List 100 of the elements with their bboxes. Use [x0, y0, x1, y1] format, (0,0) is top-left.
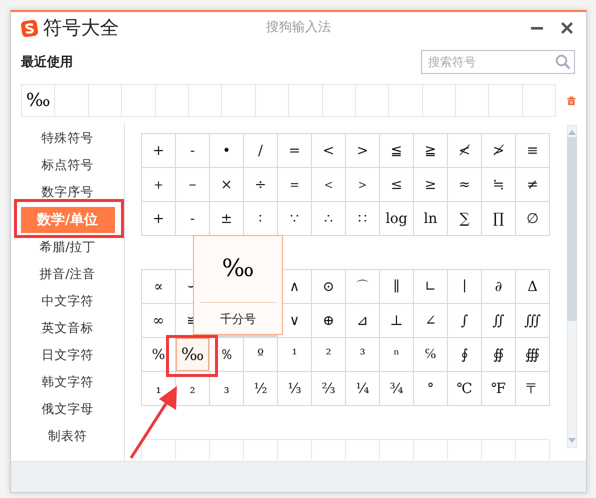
symbol-cell[interactable]: ＝	[278, 168, 311, 201]
symbol-cell[interactable]: ≠	[516, 168, 549, 201]
symbol-cell[interactable]: ∠	[414, 304, 447, 337]
symbol-cell[interactable]: -	[176, 134, 209, 167]
symbol-cell[interactable]: ∴	[312, 202, 345, 235]
symbol-cell[interactable]: ₃	[210, 372, 243, 405]
symbol-cell[interactable]: ⊕	[312, 304, 345, 337]
symbol-cell[interactable]: ∭	[516, 304, 549, 337]
symbol-cell[interactable]: ∰	[516, 338, 549, 371]
symbol-cell[interactable]: ln	[414, 202, 447, 235]
symbol-cell[interactable]: ∣	[448, 270, 481, 303]
symbol-cell[interactable]: ×	[210, 168, 243, 201]
symbol-cell[interactable]: ⊥	[380, 304, 413, 337]
symbol-cell[interactable]: ⊿	[346, 304, 379, 337]
symbol-cell[interactable]: ℅	[414, 338, 447, 371]
category-tab[interactable]: 标点符号	[20, 152, 114, 179]
category-tab[interactable]: 特殊符号	[20, 125, 114, 152]
symbol-cell[interactable]: ¾	[380, 372, 413, 405]
symbol-cell[interactable]: ≒	[482, 168, 515, 201]
recent-label: 最近使用	[21, 54, 73, 71]
scroll-thumb[interactable]	[567, 137, 577, 321]
symbol-cell[interactable]: ∞	[142, 304, 175, 337]
symbol-cell[interactable]: ⁿ	[380, 338, 413, 371]
symbol-cell[interactable]: ±	[210, 202, 243, 235]
symbol-cell[interactable]: 〒	[516, 372, 549, 405]
category-tab[interactable]: 英文音标	[20, 315, 114, 342]
symbol-cell[interactable]: ≈	[448, 168, 481, 201]
symbol-cell[interactable]: ÷	[244, 168, 277, 201]
category-tab[interactable]: 制表符	[20, 423, 114, 450]
category-tab[interactable]: 希腊/拉丁	[20, 234, 114, 261]
symbol-cell[interactable]: ≥	[414, 168, 447, 201]
symbol-cell[interactable]: ∥	[380, 270, 413, 303]
symbol-cell[interactable]: ≡	[516, 134, 549, 167]
category-tab[interactable]: 拼音/注音	[20, 261, 114, 288]
symbol-cell[interactable]: ∬	[482, 304, 515, 337]
symbol-cell[interactable]: ∯	[482, 338, 515, 371]
symbol-cell[interactable]: °	[414, 372, 447, 405]
symbol-cell[interactable]: ℉	[482, 372, 515, 405]
symbol-cell[interactable]: ≯	[482, 134, 515, 167]
symbol-cell[interactable]: ²	[312, 338, 345, 371]
symbol-cell[interactable]: +	[142, 134, 175, 167]
trash-icon[interactable]	[567, 94, 576, 108]
search-icon	[555, 54, 571, 70]
symbol-cell[interactable]: ∶	[244, 202, 277, 235]
symbol-cell[interactable]: +	[142, 202, 175, 235]
category-tab[interactable]: 数字序号	[20, 179, 114, 206]
scroll-down-icon[interactable]	[568, 438, 576, 444]
symbol-cell[interactable]: ＋	[142, 168, 175, 201]
category-tab[interactable]: 日文字符	[20, 342, 114, 369]
symbol-cell[interactable]: ∮	[448, 338, 481, 371]
symbol-cell[interactable]: %	[142, 338, 175, 371]
scroll-up-icon[interactable]	[568, 129, 576, 135]
symbol-cell[interactable]: ∝	[142, 270, 175, 303]
symbol-cell[interactable]: º	[244, 338, 277, 371]
symbol-cell[interactable]: ¼	[346, 372, 379, 405]
symbol-cell[interactable]: ∅	[516, 202, 549, 235]
symbol-cell[interactable]: ∟	[414, 270, 447, 303]
symbol-cell[interactable]: ¹	[278, 338, 311, 371]
symbol-cell[interactable]: ％	[210, 338, 243, 371]
symbol-cell[interactable]: /	[244, 134, 277, 167]
tooltip-name: 千分号	[220, 311, 256, 328]
symbol-cell[interactable]: ∑	[448, 202, 481, 235]
symbol-cell[interactable]: ℃	[448, 372, 481, 405]
logo-icon	[21, 20, 38, 36]
symbol-cell[interactable]: ⅓	[278, 372, 311, 405]
category-tab[interactable]: 韩文字符	[20, 369, 114, 396]
symbol-cell[interactable]: ≮	[448, 134, 481, 167]
recent-symbol[interactable]: ‰	[22, 85, 54, 116]
symbol-cell[interactable]: ∫	[448, 304, 481, 337]
symbol-cell[interactable]: ∂	[482, 270, 515, 303]
category-tab[interactable]: 俄文字母	[20, 396, 114, 423]
symbol-cell[interactable]: ⅔	[312, 372, 345, 405]
search-field[interactable]: 搜索符号	[421, 50, 575, 74]
symbol-cell[interactable]: -	[176, 202, 209, 235]
symbol-cell[interactable]: =	[278, 134, 311, 167]
symbol-cell[interactable]: ‰	[176, 338, 209, 371]
window-title: 符号大全	[43, 16, 119, 41]
symbol-cell[interactable]: ≦	[380, 134, 413, 167]
scrollbar[interactable]	[567, 125, 577, 448]
symbol-cell[interactable]: －	[176, 168, 209, 201]
symbol-cell[interactable]: ∏	[482, 202, 515, 235]
symbol-cell[interactable]: ≤	[380, 168, 413, 201]
close-icon	[560, 21, 574, 35]
symbol-cell[interactable]: ³	[346, 338, 379, 371]
symbol-cell[interactable]: ＞	[346, 168, 379, 201]
symbol-cell[interactable]: ∷	[346, 202, 379, 235]
annotation-frame	[166, 335, 218, 377]
symbol-cell[interactable]: ∵	[278, 202, 311, 235]
symbol-cell[interactable]: ⊙	[312, 270, 345, 303]
symbol-cell[interactable]: >	[346, 134, 379, 167]
symbol-cell[interactable]: ½	[244, 372, 277, 405]
symbol-cell[interactable]: Δ	[516, 270, 549, 303]
symbol-cell[interactable]: log	[380, 202, 413, 235]
symbol-cell[interactable]: ⌒	[346, 270, 379, 303]
symbol-cell[interactable]: •	[210, 134, 243, 167]
category-tab[interactable]: 中文字符	[20, 288, 114, 315]
symbol-cell[interactable]: ≧	[414, 134, 447, 167]
tooltip-symbol: ‰	[222, 254, 254, 284]
symbol-cell[interactable]: <	[312, 134, 345, 167]
symbol-cell[interactable]: ＜	[312, 168, 345, 201]
